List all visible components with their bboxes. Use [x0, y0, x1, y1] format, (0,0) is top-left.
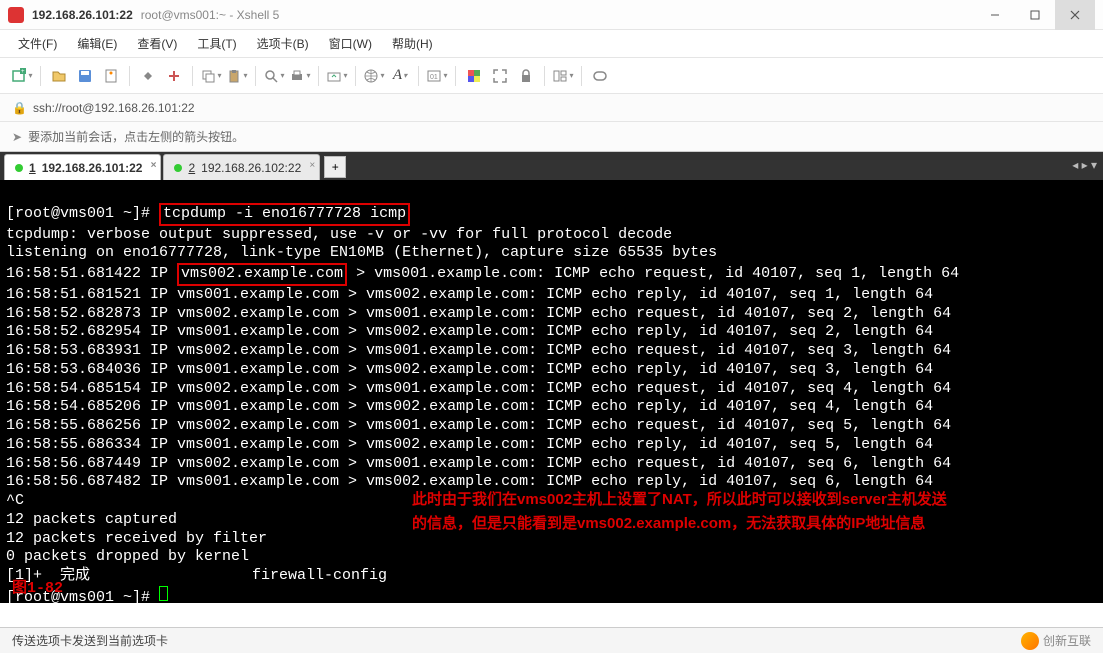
language-icon[interactable] — [362, 64, 386, 88]
menu-window[interactable]: 窗口(W) — [325, 33, 376, 54]
new-session-icon[interactable]: + — [10, 64, 34, 88]
app-icon — [8, 7, 24, 23]
minimize-button[interactable] — [975, 0, 1015, 30]
status-bar: 传送选项卡发送到当前选项卡 创新互联 — [0, 627, 1103, 653]
address-bar: 🔒 ssh://root@192.168.26.101:22 — [0, 94, 1103, 122]
add-tab-button[interactable]: + — [324, 156, 346, 178]
status-dot-icon — [15, 164, 23, 172]
help-icon[interactable] — [588, 64, 612, 88]
pin-icon[interactable]: ➤ — [12, 130, 22, 144]
tab-scroll-icon[interactable]: ◂ ▸ ▾ — [1072, 158, 1097, 172]
disconnect-icon[interactable] — [162, 64, 186, 88]
color-icon[interactable] — [462, 64, 486, 88]
highlighted-host: vms002.example.com — [177, 263, 347, 286]
maximize-icon — [1030, 10, 1040, 20]
tab-session-2[interactable]: 2 192.168.26.102:22 × — [163, 154, 320, 180]
window-title-sub: root@vms001:~ - Xshell 5 — [141, 8, 280, 22]
brand-icon — [1021, 632, 1039, 650]
terminal-cursor — [159, 586, 168, 601]
properties-icon[interactable] — [99, 64, 123, 88]
tab-num: 1 — [29, 161, 36, 175]
tab-close-icon[interactable]: × — [309, 160, 315, 171]
print-icon[interactable] — [288, 64, 312, 88]
terminal-line: listening on eno16777728, link-type EN10… — [6, 244, 717, 261]
close-button[interactable] — [1055, 0, 1095, 30]
terminal-line: 16:58:56.687449 IP vms002.example.com > … — [6, 455, 951, 472]
brand-logo: 创新互联 — [1021, 632, 1091, 650]
reconnect-icon[interactable] — [136, 64, 160, 88]
transfer-icon[interactable] — [325, 64, 349, 88]
encoding-icon[interactable]: 01 — [425, 64, 449, 88]
lock-small-icon: 🔒 — [12, 101, 27, 115]
highlighted-command: tcpdump -i eno16777728 icmp — [159, 203, 410, 226]
terminal-line: 12 packets received by filter — [6, 530, 267, 547]
tab-session-1[interactable]: 1 192.168.26.101:22 × — [4, 154, 161, 180]
menu-file[interactable]: 文件(F) — [14, 33, 61, 54]
info-bar: ➤ 要添加当前会话，点击左侧的箭头按钮。 — [0, 122, 1103, 152]
maximize-button[interactable] — [1015, 0, 1055, 30]
status-text: 传送选项卡发送到当前选项卡 — [12, 632, 168, 649]
svg-text:01: 01 — [430, 74, 438, 81]
menu-edit[interactable]: 编辑(E) — [73, 33, 121, 54]
minimize-icon — [990, 10, 1000, 20]
font-icon[interactable]: A — [388, 64, 412, 88]
menu-bar: 文件(F) 编辑(E) 查看(V) 工具(T) 选项卡(B) 窗口(W) 帮助(… — [0, 30, 1103, 58]
terminal-line: > vms001.example.com: ICMP echo request,… — [347, 265, 959, 282]
save-icon[interactable] — [73, 64, 97, 88]
terminal-line: 16:58:51.681422 IP — [6, 265, 177, 282]
terminal-line: 16:58:54.685154 IP vms002.example.com > … — [6, 380, 951, 397]
title-bar: 192.168.26.101:22 root@vms001:~ - Xshell… — [0, 0, 1103, 30]
tab-close-icon[interactable]: × — [151, 160, 157, 171]
menu-tools[interactable]: 工具(T) — [193, 33, 240, 54]
close-icon — [1070, 10, 1080, 20]
window-title-main: 192.168.26.101:22 — [32, 8, 133, 22]
terminal[interactable]: [root@vms001 ~]# tcpdump -i eno16777728 … — [0, 180, 1103, 603]
terminal-line: ^C — [6, 492, 24, 509]
menu-view[interactable]: 查看(V) — [133, 33, 181, 54]
lock-icon[interactable] — [514, 64, 538, 88]
copy-icon[interactable] — [199, 64, 223, 88]
terminal-line: 16:58:54.685206 IP vms001.example.com > … — [6, 398, 933, 415]
terminal-line: 16:58:52.682873 IP vms002.example.com > … — [6, 305, 951, 322]
menu-help[interactable]: 帮助(H) — [388, 33, 437, 54]
info-text: 要添加当前会话，点击左侧的箭头按钮。 — [28, 128, 244, 145]
terminal-line: [1]+ 完成 firewall-config — [6, 567, 387, 584]
tab-num: 2 — [188, 161, 195, 175]
tab-label: 192.168.26.101:22 — [42, 161, 143, 175]
terminal-line: 16:58:51.681521 IP vms001.example.com > … — [6, 286, 933, 303]
menu-tabs[interactable]: 选项卡(B) — [253, 33, 313, 54]
terminal-line: tcpdump: verbose output suppressed, use … — [6, 226, 672, 243]
find-icon[interactable] — [262, 64, 286, 88]
terminal-line: 12 packets captured — [6, 511, 177, 528]
tab-label: 192.168.26.102:22 — [201, 161, 301, 175]
status-dot-icon — [174, 164, 182, 172]
figure-label: 图1-82 — [12, 580, 63, 599]
prompt: [root@vms001 ~]# — [6, 205, 159, 222]
paste-icon[interactable] — [225, 64, 249, 88]
fullscreen-icon[interactable] — [488, 64, 512, 88]
annotation-text: 此时由于我们在vms002主机上设置了NAT，所以此时可以接收到server主机… — [412, 488, 1072, 536]
svg-text:+: + — [21, 69, 25, 75]
terminal-line: 16:58:53.683931 IP vms002.example.com > … — [6, 342, 951, 359]
open-icon[interactable] — [47, 64, 71, 88]
address-text[interactable]: ssh://root@192.168.26.101:22 — [33, 101, 195, 115]
terminal-line: 0 packets dropped by kernel — [6, 548, 249, 565]
session-tabs: 1 192.168.26.101:22 × 2 192.168.26.102:2… — [0, 152, 1103, 180]
terminal-line: 16:58:52.682954 IP vms001.example.com > … — [6, 323, 933, 340]
terminal-line: 16:58:55.686256 IP vms002.example.com > … — [6, 417, 951, 434]
terminal-line: 16:58:53.684036 IP vms001.example.com > … — [6, 361, 933, 378]
terminal-line: 16:58:55.686334 IP vms001.example.com > … — [6, 436, 933, 453]
toolbar: + A 01 — [0, 58, 1103, 94]
layout-icon[interactable] — [551, 64, 575, 88]
